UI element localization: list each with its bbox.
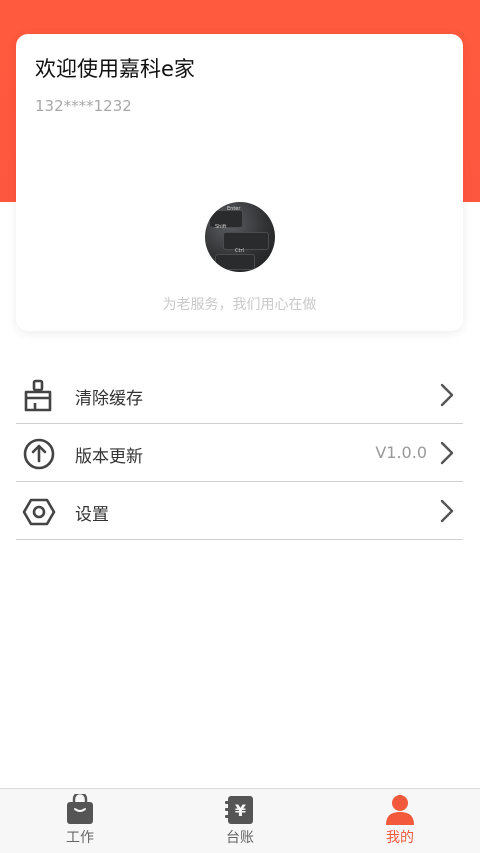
tab-ledger[interactable]: ¥ 台账 <box>160 789 320 853</box>
menu-item-clear-cache[interactable]: 清除缓存 <box>16 366 463 424</box>
menu-item-label: 设置 <box>75 505 109 525</box>
avatar-key-label: Ctrl <box>235 248 244 254</box>
broom-icon <box>22 379 56 413</box>
avatar-key-label: Enter <box>227 206 241 212</box>
my-profile-screen: 欢迎使用嘉科e家 132****1232 Enter Shift Ctrl 为老… <box>0 0 480 853</box>
menu-item-settings[interactable]: 设置 <box>16 482 463 540</box>
tab-label: 我的 <box>386 830 414 846</box>
avatar-keyboard-key <box>223 232 269 250</box>
chevron-right-icon <box>439 383 455 407</box>
user-phone: 132****1232 <box>35 97 132 115</box>
version-value: V1.0.0 <box>375 443 427 462</box>
tab-mine[interactable]: 我的 <box>320 789 480 853</box>
menu-item-version-update[interactable]: 版本更新 V1.0.0 <box>16 424 463 482</box>
chevron-right-icon <box>439 499 455 523</box>
hexagon-settings-icon <box>22 495 56 529</box>
slogan-text: 为老服务，我们用心在做 <box>162 297 317 313</box>
tab-label: 工作 <box>66 830 94 846</box>
svg-text:¥: ¥ <box>235 801 246 820</box>
profile-card: 欢迎使用嘉科e家 132****1232 Enter Shift Ctrl 为老… <box>16 34 463 331</box>
arrow-up-circle-icon <box>22 437 56 471</box>
settings-menu: 清除缓存 版本更新 V1.0.0 设置 <box>16 366 463 540</box>
tab-work[interactable]: 工作 <box>0 789 160 853</box>
user-icon <box>383 794 417 826</box>
welcome-title: 欢迎使用嘉科e家 <box>35 57 195 81</box>
avatar-key-label: Shift <box>215 224 227 230</box>
avatar-keyboard-key <box>215 254 255 270</box>
work-bag-icon <box>63 791 97 826</box>
chevron-right-icon <box>439 441 455 465</box>
menu-item-label: 版本更新 <box>75 447 143 467</box>
ledger-yen-icon: ¥ <box>223 794 257 826</box>
tab-label: 台账 <box>226 830 254 846</box>
bottom-tab-bar: 工作 ¥ 台账 我的 <box>0 788 480 853</box>
menu-item-label: 清除缓存 <box>75 389 143 409</box>
avatar[interactable]: Enter Shift Ctrl <box>205 202 275 272</box>
